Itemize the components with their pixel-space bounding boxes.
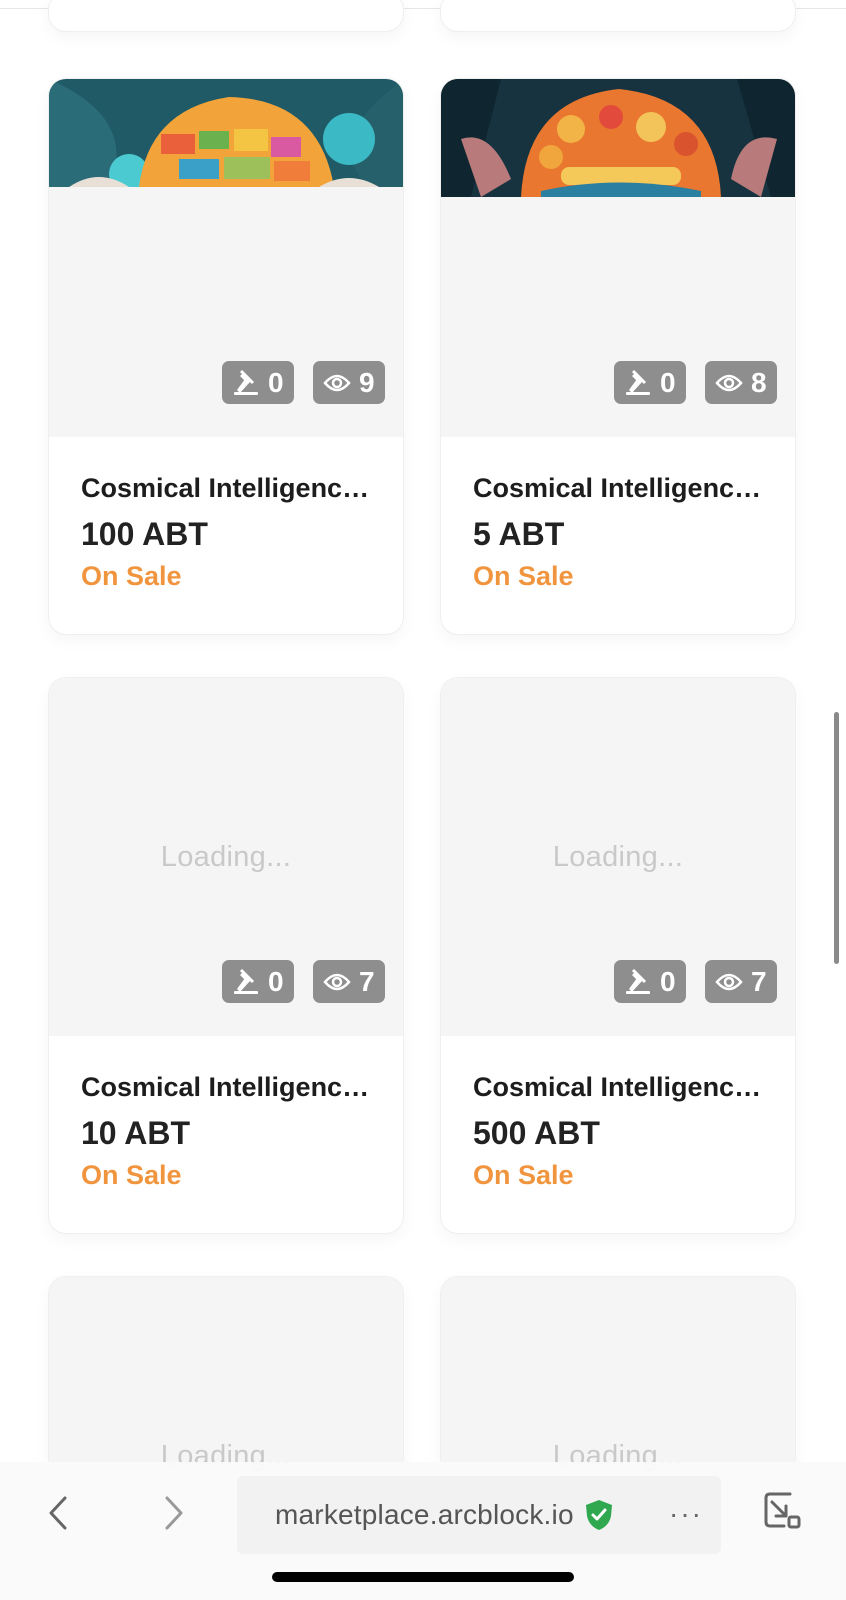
more-options-button[interactable]: ··· bbox=[666, 1494, 706, 1534]
nft-title[interactable]: Cosmical Intelligence... bbox=[473, 473, 763, 504]
nft-price: 10 ABT bbox=[81, 1115, 191, 1151]
address-bar[interactable]: marketplace.arcblock.io bbox=[237, 1476, 721, 1554]
views-count-badge: 7 bbox=[313, 960, 385, 1003]
nft-card-info: Cosmical Intelligence... 5 ABT On Sale bbox=[441, 437, 795, 634]
nft-media[interactable]: 0 8 bbox=[441, 79, 795, 437]
gavel-icon bbox=[626, 968, 650, 994]
chevron-left-icon bbox=[49, 1496, 67, 1530]
nft-card-info: Cosmical Intelligence... 10 ABT On Sale bbox=[49, 1036, 403, 1233]
nft-media[interactable]: Loading... bbox=[441, 1277, 795, 1475]
loading-placeholder: Loading... bbox=[160, 1439, 292, 1472]
nft-media[interactable]: Loading... 0 7 bbox=[49, 678, 403, 1036]
nft-price: 5 ABT bbox=[473, 516, 565, 552]
bids-count-badge: 0 bbox=[614, 361, 686, 404]
nft-media[interactable]: Loading... 0 7 bbox=[441, 678, 795, 1036]
eye-icon bbox=[715, 973, 743, 990]
nft-card-partial[interactable]: Loading... bbox=[440, 1276, 796, 1476]
minimize-window-icon bbox=[764, 1492, 801, 1529]
nft-title[interactable]: Cosmical Intelligence... bbox=[81, 473, 371, 504]
chevron-right-icon bbox=[165, 1496, 183, 1530]
nft-media[interactable]: Loading... bbox=[49, 1277, 403, 1475]
nft-artwork-image bbox=[49, 79, 403, 187]
eye-icon bbox=[323, 374, 351, 391]
home-indicator bbox=[272, 1572, 574, 1582]
nft-card[interactable]: 0 8 Cosmical Intelligence... 5 ABT On Sa… bbox=[440, 78, 796, 635]
bids-count: 0 bbox=[660, 366, 676, 398]
nft-title[interactable]: Cosmical Intelligence... bbox=[473, 1072, 763, 1103]
nft-card-partial[interactable]: Loading... bbox=[48, 1276, 404, 1476]
bids-count: 0 bbox=[268, 366, 284, 398]
sale-status: On Sale bbox=[473, 561, 574, 591]
views-count: 8 bbox=[751, 366, 767, 398]
back-button[interactable] bbox=[38, 1488, 78, 1538]
views-count-badge: 9 bbox=[313, 361, 385, 404]
bids-count-badge: 0 bbox=[614, 960, 686, 1003]
views-count-badge: 8 bbox=[705, 361, 777, 404]
gavel-icon bbox=[626, 369, 650, 395]
nft-card[interactable]: Loading... 0 7 Cosmical Intelligence... … bbox=[48, 677, 404, 1234]
views-count: 7 bbox=[751, 965, 767, 997]
bids-count: 0 bbox=[660, 965, 676, 997]
nft-card[interactable]: 0 9 Cosmical Intelligence... 100 ABT On … bbox=[48, 78, 404, 635]
minimize-window-button[interactable] bbox=[762, 1490, 802, 1530]
eye-icon bbox=[715, 374, 743, 391]
nft-title[interactable]: Cosmical Intelligence... bbox=[81, 1072, 371, 1103]
views-count-badge: 7 bbox=[705, 960, 777, 1003]
views-count: 9 bbox=[359, 366, 375, 398]
shield-check-icon bbox=[585, 1500, 612, 1530]
sale-status: On Sale bbox=[81, 561, 182, 591]
url-text: marketplace.arcblock.io bbox=[275, 1499, 574, 1530]
sale-status: On Sale bbox=[473, 1160, 574, 1190]
nft-artwork-image bbox=[441, 79, 795, 197]
gavel-icon bbox=[234, 369, 258, 395]
forward-button[interactable] bbox=[154, 1488, 194, 1538]
eye-icon bbox=[323, 973, 351, 990]
gavel-icon bbox=[234, 968, 258, 994]
scrollbar[interactable] bbox=[834, 712, 839, 964]
sale-status: On Sale bbox=[81, 1160, 182, 1190]
nft-price: 100 ABT bbox=[81, 516, 208, 552]
bids-count-badge: 0 bbox=[222, 361, 294, 404]
nft-card[interactable]: Loading... 0 7 Cosmical Intelligence... … bbox=[440, 677, 796, 1234]
nft-card-partial[interactable] bbox=[440, 0, 796, 32]
nft-media[interactable]: 0 9 bbox=[49, 79, 403, 437]
views-count: 7 bbox=[359, 965, 375, 997]
bids-count: 0 bbox=[268, 965, 284, 997]
more-options-label: ··· bbox=[669, 1498, 703, 1529]
loading-placeholder: Loading... bbox=[552, 1439, 684, 1472]
nft-card-info: Cosmical Intelligence... 100 ABT On Sale bbox=[49, 437, 403, 634]
nft-card-partial[interactable] bbox=[48, 0, 404, 32]
nft-card-info: Cosmical Intelligence... 500 ABT On Sale bbox=[441, 1036, 795, 1233]
bids-count-badge: 0 bbox=[222, 960, 294, 1003]
nft-price: 500 ABT bbox=[473, 1115, 600, 1151]
